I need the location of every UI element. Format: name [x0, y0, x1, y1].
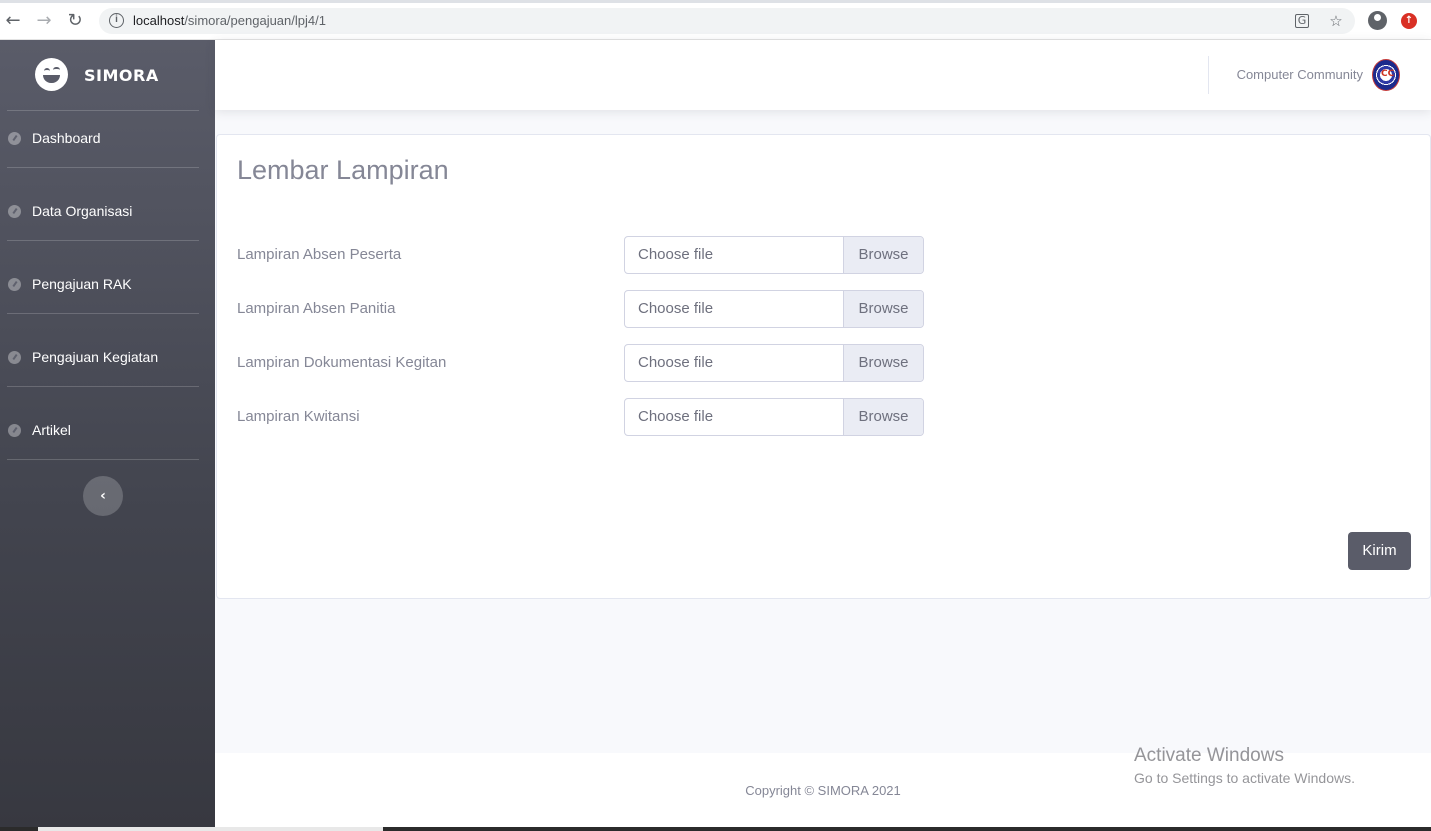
file-input-kwitansi[interactable]: Choose file Browse [624, 398, 924, 436]
windows-activation-watermark: Activate Windows Go to Settings to activ… [1134, 745, 1355, 786]
sidebar-item-artikel[interactable]: Artikel [0, 411, 215, 451]
sidebar-item-label: Pengajuan RAK [32, 276, 132, 292]
smile-wink-icon [35, 58, 68, 91]
tachometer-icon [8, 351, 23, 364]
sidebar-divider [7, 110, 199, 111]
file-input-absen-panitia[interactable]: Choose file Browse [624, 290, 924, 328]
field-label-absen-panitia: Lampiran Absen Panitia [237, 300, 396, 317]
sidebar-divider [7, 313, 199, 314]
tachometer-icon [8, 424, 23, 437]
site-info-icon[interactable]: i [109, 13, 124, 28]
user-avatar[interactable]: CC [1372, 59, 1400, 91]
field-label-dokumentasi-kegiatan: Lampiran Dokumentasi Kegitan [237, 354, 447, 371]
watermark-subtitle: Go to Settings to activate Windows. [1134, 770, 1355, 786]
sidebar-item-pengajuan-rak[interactable]: Pengajuan RAK [0, 265, 215, 305]
tab-strip [0, 0, 1431, 3]
page-title: Lembar Lampiran [237, 155, 449, 185]
sidebar-item-pengajuan-kegiatan[interactable]: Pengajuan Kegiatan [0, 338, 215, 378]
browser-toolbar: ← → ↻ i localhost/simora/pengajuan/lpj4/… [0, 0, 1431, 40]
tachometer-icon [8, 132, 23, 145]
file-input-placeholder: Choose file [638, 354, 714, 371]
translate-icon[interactable]: G [1295, 14, 1309, 28]
file-input-placeholder: Choose file [638, 408, 714, 425]
address-bar[interactable]: i localhost/simora/pengajuan/lpj4/1 G ☆ [99, 8, 1355, 34]
sidebar-item-label: Pengajuan Kegiatan [32, 349, 159, 365]
topbar: Computer Community CC [215, 40, 1431, 110]
tachometer-icon [8, 278, 23, 291]
sidebar-item-data-organisasi[interactable]: Data Organisasi [0, 192, 215, 232]
browse-button[interactable]: Browse [843, 291, 923, 327]
forward-arrow-icon[interactable]: → [33, 10, 55, 32]
watermark-title: Activate Windows [1134, 745, 1284, 766]
browse-button[interactable]: Browse [843, 399, 923, 435]
url-text[interactable]: localhost/simora/pengajuan/lpj4/1 [133, 13, 326, 28]
brand-name: SIMORA [84, 66, 159, 85]
topbar-divider [1208, 56, 1209, 94]
extension-icon[interactable]: ↑ [1401, 13, 1417, 29]
sidebar-item-dashboard[interactable]: Dashboard [0, 119, 215, 159]
sidebar-item-label: Data Organisasi [32, 203, 133, 219]
file-input-placeholder: Choose file [638, 300, 714, 317]
sidebar-brand[interactable]: SIMORA [0, 40, 215, 110]
url-host: localhost [133, 13, 185, 28]
file-input-placeholder: Choose file [638, 246, 714, 263]
sidebar-item-label: Dashboard [32, 130, 101, 146]
sidebar-item-label: Artikel [32, 422, 71, 438]
sidebar-toggle-button[interactable]: ‹ [83, 476, 123, 516]
file-input-dokumentasi-kegiatan[interactable]: Choose file Browse [624, 344, 924, 382]
sidebar: SIMORA Dashboard Data Organisasi Pengaju… [0, 40, 215, 831]
chevron-left-icon: ‹ [100, 488, 106, 504]
bookmark-star-icon[interactable]: ☆ [1327, 12, 1345, 30]
field-label-kwitansi: Lampiran Kwitansi [237, 408, 360, 425]
reload-icon[interactable]: ↻ [64, 10, 86, 32]
field-label-absen-peserta: Lampiran Absen Peserta [237, 246, 402, 263]
user-name[interactable]: Computer Community [1237, 67, 1363, 82]
sidebar-divider [7, 386, 199, 387]
sidebar-divider [7, 240, 199, 241]
taskbar-edge [0, 827, 1431, 831]
back-arrow-icon[interactable]: ← [2, 10, 24, 32]
organization-logo-icon: CC [1381, 69, 1395, 79]
browse-button[interactable]: Browse [843, 237, 923, 273]
sidebar-divider [7, 459, 199, 460]
browse-button[interactable]: Browse [843, 345, 923, 381]
url-path: /simora/pengajuan/lpj4/1 [184, 13, 326, 28]
profile-icon[interactable] [1368, 11, 1387, 30]
attachment-form-card: Lembar Lampiran Lampiran Absen Peserta C… [216, 134, 1431, 599]
file-input-absen-peserta[interactable]: Choose file Browse [624, 236, 924, 274]
tachometer-icon [8, 205, 23, 218]
sidebar-divider [7, 167, 199, 168]
submit-button[interactable]: Kirim [1348, 532, 1411, 570]
